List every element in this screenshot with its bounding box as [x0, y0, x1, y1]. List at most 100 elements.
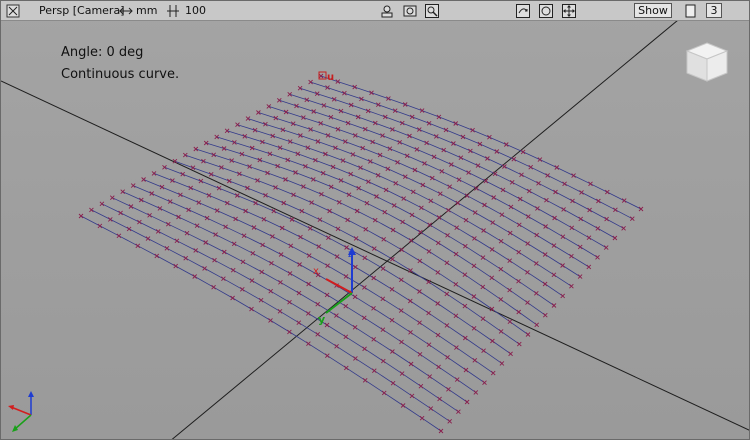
control-point-marker	[417, 320, 422, 326]
control-point-marker	[334, 254, 340, 259]
record-icon[interactable]	[402, 3, 418, 18]
control-point-marker	[258, 297, 264, 303]
gizmo-x-axis[interactable]	[325, 278, 353, 294]
perspective-viewport[interactable]: z x y u Angle: 0 deg Continuous curve. P…	[0, 0, 750, 440]
control-point-marker	[78, 213, 84, 219]
control-point-marker	[409, 114, 415, 120]
control-point-marker	[230, 267, 236, 273]
control-point-marker	[508, 351, 513, 357]
viewport-layout-icon[interactable]	[683, 3, 699, 18]
control-point-marker	[400, 403, 406, 408]
control-point-marker	[221, 249, 227, 255]
unit-label[interactable]: mm	[136, 3, 157, 18]
control-point-marker	[298, 133, 303, 138]
control-point-marker	[455, 200, 461, 206]
control-point-marker	[327, 208, 332, 214]
control-point-marker	[214, 134, 220, 140]
scene-canvas[interactable]: z x y u	[1, 21, 750, 440]
surface-curve[interactable]	[101, 203, 459, 413]
control-point-marker	[462, 243, 468, 249]
surface-curve[interactable]	[164, 166, 511, 355]
control-point-marker	[345, 217, 350, 223]
control-point-marker	[419, 108, 425, 113]
surface-curve[interactable]	[237, 124, 572, 287]
control-point-marker	[204, 215, 210, 221]
control-point-marker	[311, 109, 317, 114]
surface-curve[interactable]	[279, 99, 607, 248]
camera-icon[interactable]	[379, 3, 395, 18]
control-point-marker	[157, 206, 163, 211]
control-point-marker	[613, 207, 618, 213]
control-point-marker	[203, 140, 209, 146]
viewcube-icon[interactable]	[683, 41, 731, 85]
control-point-marker	[534, 322, 540, 328]
show-button[interactable]: Show	[634, 3, 672, 18]
close-icon[interactable]	[5, 3, 21, 18]
control-point-marker	[208, 171, 214, 177]
control-point-marker	[164, 245, 170, 251]
curve-start-marker[interactable]: u	[318, 71, 334, 83]
control-point-marker	[542, 312, 548, 318]
control-point-marker	[481, 348, 486, 354]
control-point-marker	[239, 151, 245, 157]
control-point-marker	[241, 233, 247, 239]
control-point-marker	[551, 303, 557, 308]
control-point-marker	[325, 133, 331, 138]
surface-curve[interactable]	[289, 93, 616, 239]
control-point-marker	[130, 183, 136, 188]
control-point-marker	[352, 294, 358, 300]
pan-icon[interactable]	[561, 3, 577, 18]
control-point-marker	[375, 102, 381, 108]
surface-curves[interactable]	[80, 75, 642, 432]
control-point-marker	[380, 358, 386, 364]
surface-curve[interactable]	[91, 209, 450, 422]
control-point-marker	[317, 217, 323, 223]
control-point-marker	[301, 115, 306, 120]
control-point-marker	[490, 220, 496, 225]
control-point-marker	[283, 109, 289, 115]
grid-spacing-value[interactable]: 100	[185, 3, 206, 18]
magnifier-icon[interactable]	[424, 3, 440, 18]
surface-curve[interactable]	[80, 215, 442, 432]
control-point-marker	[595, 254, 600, 260]
control-point-marker	[315, 301, 321, 307]
surface-curve[interactable]	[226, 130, 563, 297]
control-point-marker	[444, 260, 450, 266]
control-point-marker	[433, 134, 439, 139]
control-point-marker	[436, 364, 441, 370]
control-point-marker	[371, 246, 377, 251]
control-point-marker	[89, 207, 94, 213]
control-point-marker	[281, 200, 287, 206]
control-point-marker	[519, 172, 524, 178]
control-point-marker	[277, 308, 283, 314]
control-point-marker	[498, 329, 504, 334]
control-point-marker	[305, 311, 311, 316]
control-point-marker	[267, 151, 273, 157]
control-point-marker	[570, 198, 575, 204]
orbit-icon[interactable]	[538, 3, 554, 18]
control-point-marker	[318, 73, 324, 79]
control-point-marker	[453, 281, 459, 287]
control-point-marker	[214, 208, 220, 213]
control-point-marker	[596, 198, 601, 204]
control-point-marker	[358, 165, 363, 171]
control-point-marker	[398, 277, 404, 283]
view-name-menu[interactable]: Persp [Camera]	[39, 3, 125, 18]
surface-curve[interactable]	[268, 106, 598, 258]
gizmo-y-axis[interactable]	[325, 292, 353, 314]
control-point-marker	[316, 244, 322, 249]
control-point-marker	[508, 204, 514, 210]
control-point-marker	[315, 139, 321, 144]
control-point-marker	[438, 428, 444, 434]
tumble-icon[interactable]	[515, 3, 531, 18]
control-point-marker	[398, 308, 404, 313]
viewport-count-button[interactable]: 3	[706, 3, 722, 18]
surface-curve[interactable]	[153, 173, 503, 364]
surface-curve[interactable]	[122, 191, 477, 393]
control-point-marker	[453, 121, 459, 126]
control-point-marker	[276, 97, 282, 103]
control-point-marker	[149, 191, 155, 196]
control-point-marker	[489, 275, 495, 281]
control-point-marker	[454, 377, 460, 382]
control-point-marker	[235, 122, 240, 128]
